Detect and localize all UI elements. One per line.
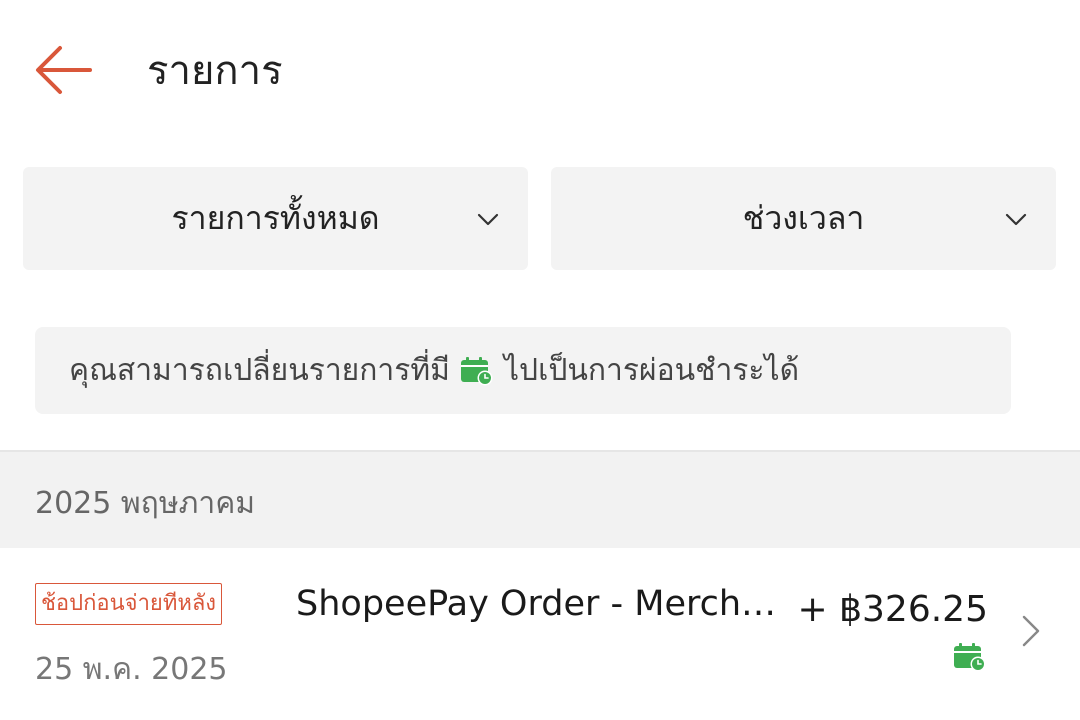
calendar-clock-icon bbox=[954, 643, 986, 672]
banner-text-after: ไปเป็นการผ่อนชำระได้ bbox=[503, 353, 800, 388]
calendar-clock-icon bbox=[460, 356, 493, 385]
transaction-type-label: รายการทั้งหมด bbox=[171, 199, 380, 237]
transaction-type-dropdown[interactable]: รายการทั้งหมด bbox=[23, 167, 528, 270]
transaction-row[interactable]: ช้อปก่อนจ่ายทีหลัง ShopeePay Order - Mer… bbox=[0, 548, 1080, 720]
chevron-right-icon bbox=[1022, 615, 1040, 647]
back-button[interactable] bbox=[30, 40, 100, 100]
installment-info-banner: คุณสามารถเปลี่ยนรายการที่มี ไปเป็นการผ่อ… bbox=[35, 327, 1011, 414]
page-title: รายการ bbox=[147, 48, 283, 94]
transaction-date: 25 พ.ค. 2025 bbox=[35, 652, 228, 687]
time-period-label: ช่วงเวลา bbox=[742, 199, 865, 237]
chevron-down-icon bbox=[1005, 213, 1027, 226]
transaction-amount: + ฿326.25 bbox=[797, 589, 988, 630]
app-header: รายการ bbox=[0, 0, 1080, 140]
chevron-down-icon bbox=[477, 213, 499, 226]
month-section-header: 2025 พฤษภาคม bbox=[0, 452, 1080, 548]
transaction-title: ShopeePay Order - Merchant bbox=[296, 584, 780, 624]
pay-later-tag: ช้อปก่อนจ่ายทีหลัง bbox=[35, 583, 223, 625]
arrow-left-icon bbox=[36, 46, 92, 94]
month-label: 2025 พฤษภาคม bbox=[35, 486, 256, 521]
time-period-dropdown[interactable]: ช่วงเวลา bbox=[551, 167, 1056, 270]
banner-text-before: คุณสามารถเปลี่ยนรายการที่มี bbox=[69, 353, 450, 388]
